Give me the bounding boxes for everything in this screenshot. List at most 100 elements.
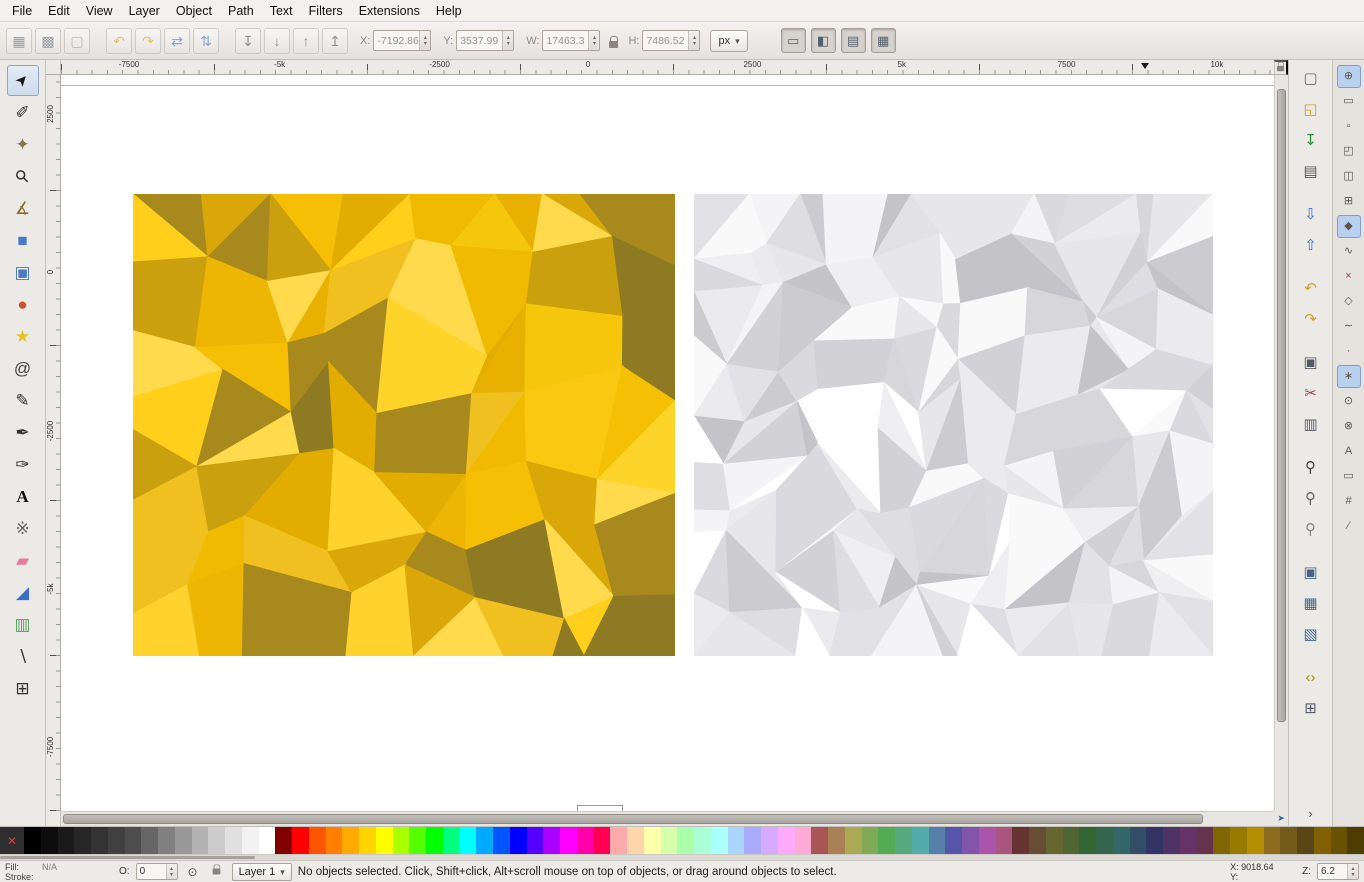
color-swatch[interactable] <box>1280 827 1297 854</box>
color-swatch[interactable] <box>1046 827 1063 854</box>
fill-stroke-indicator[interactable]: Fill: N/A Stroke: <box>5 861 113 882</box>
transform-pattern-toggle[interactable]: ▦ <box>871 28 896 53</box>
scroll-corner-button[interactable] <box>1274 811 1288 826</box>
color-swatch[interactable] <box>393 827 410 854</box>
select-all-button[interactable]: ▦ <box>6 28 32 54</box>
color-swatch[interactable] <box>627 827 644 854</box>
export-button[interactable]: ⇧ <box>1295 231 1327 260</box>
color-swatch[interactable] <box>476 827 493 854</box>
yellow-lowpoly-image[interactable] <box>133 194 675 656</box>
color-swatch[interactable] <box>24 827 41 854</box>
color-swatch[interactable] <box>1063 827 1080 854</box>
lock-ratio-button[interactable] <box>603 30 623 52</box>
color-swatch[interactable] <box>41 827 58 854</box>
menu-item[interactable]: Help <box>428 1 470 21</box>
layer-lock-button[interactable] <box>208 863 226 881</box>
color-swatch[interactable] <box>141 827 158 854</box>
snap-path-intersections-toggle[interactable]: × <box>1337 265 1361 288</box>
xml-editor-button[interactable]: ‹› <box>1295 663 1327 692</box>
color-swatch[interactable] <box>175 827 192 854</box>
menu-item[interactable]: Filters <box>301 1 351 21</box>
width-spinner[interactable] <box>588 31 599 50</box>
color-swatch[interactable] <box>577 827 594 854</box>
color-swatch[interactable] <box>91 827 108 854</box>
color-swatch[interactable] <box>309 827 326 854</box>
undo-button[interactable]: ↶ <box>1295 274 1327 303</box>
guide-lock-button[interactable] <box>1274 60 1288 75</box>
menu-item[interactable]: Text <box>262 1 301 21</box>
color-swatch[interactable] <box>460 827 477 854</box>
paste-button[interactable]: ▥ <box>1295 410 1327 439</box>
color-swatch[interactable] <box>644 827 661 854</box>
raise-to-top-button[interactable]: ↥ <box>322 28 348 54</box>
color-swatch[interactable] <box>259 827 276 854</box>
eraser-tool[interactable]: ▰ <box>7 545 39 576</box>
color-swatch[interactable] <box>929 827 946 854</box>
selector-tool[interactable]: ➤ <box>7 65 39 96</box>
lower-to-bottom-button[interactable]: ↧ <box>235 28 261 54</box>
menu-item[interactable]: Edit <box>40 1 78 21</box>
flip-vertical-button[interactable]: ⇅ <box>193 28 219 54</box>
rotate-cw-button[interactable]: ↷ <box>135 28 161 54</box>
color-swatch[interactable] <box>1029 827 1046 854</box>
save-document-button[interactable]: ↧ <box>1295 126 1327 155</box>
lower-button[interactable]: ↓ <box>264 28 290 54</box>
color-swatch[interactable] <box>828 827 845 854</box>
color-swatch[interactable] <box>1314 827 1331 854</box>
node-tool[interactable]: ✐ <box>7 97 39 128</box>
connector-tool[interactable]: ⊞ <box>7 673 39 704</box>
snap-nodes-toggle[interactable]: ◆ <box>1337 215 1361 238</box>
color-swatch[interactable] <box>945 827 962 854</box>
menu-item[interactable]: Object <box>168 1 220 21</box>
tweak-tool[interactable]: ✦ <box>7 129 39 160</box>
color-swatch[interactable] <box>192 827 209 854</box>
spray-tool[interactable]: ※ <box>7 513 39 544</box>
horizontal-scrollbar-thumb[interactable] <box>63 814 1203 824</box>
zoom-page-button[interactable]: ⚲ <box>1295 515 1327 544</box>
flip-horizontal-button[interactable]: ⇄ <box>164 28 190 54</box>
gray-lowpoly-image[interactable] <box>694 194 1213 656</box>
color-swatch[interactable] <box>409 827 426 854</box>
color-swatch[interactable] <box>1347 827 1364 854</box>
color-swatch[interactable] <box>744 827 761 854</box>
import-button[interactable]: ⇩ <box>1295 200 1327 229</box>
cut-button[interactable]: ✂ <box>1295 379 1327 408</box>
pencil-tool[interactable]: ✎ <box>7 385 39 416</box>
color-swatch[interactable] <box>74 827 91 854</box>
layer-visibility-button[interactable] <box>184 863 202 881</box>
color-swatch[interactable] <box>208 827 225 854</box>
commands-overflow-button[interactable]: › <box>1299 804 1323 822</box>
transform-corners-toggle[interactable]: ◧ <box>811 28 836 53</box>
units-dropdown[interactable]: px <box>710 30 747 52</box>
bucket-tool[interactable]: ◢ <box>7 577 39 608</box>
print-button[interactable]: ▤ <box>1295 157 1327 186</box>
new-document-button[interactable]: ▢ <box>1295 64 1327 93</box>
measure-tool[interactable]: ∡ <box>7 193 39 224</box>
pen-tool[interactable]: ✒ <box>7 417 39 448</box>
snap-bbox-corners-toggle[interactable]: ◰ <box>1337 140 1361 163</box>
color-swatch[interactable] <box>677 827 694 854</box>
snap-line-midpoints-toggle[interactable]: · <box>1337 340 1361 363</box>
color-swatch[interactable] <box>1163 827 1180 854</box>
color-swatch[interactable] <box>292 827 309 854</box>
transform-stroke-toggle[interactable]: ▭ <box>781 28 806 53</box>
gradient-tool[interactable]: ▥ <box>7 609 39 640</box>
vertical-scrollbar-thumb[interactable] <box>1277 89 1286 722</box>
zoom-selection-button[interactable]: ⚲ <box>1295 453 1327 482</box>
color-swatch[interactable] <box>845 827 862 854</box>
color-swatch[interactable] <box>1331 827 1348 854</box>
color-swatch[interactable] <box>560 827 577 854</box>
snap-grids-toggle[interactable]: # <box>1337 490 1361 513</box>
snap-paths-toggle[interactable]: ∿ <box>1337 240 1361 263</box>
spiral-tool[interactable]: @ <box>7 353 39 384</box>
color-swatch[interactable] <box>125 827 142 854</box>
color-swatch[interactable] <box>426 827 443 854</box>
menu-item[interactable]: Layer <box>121 1 168 21</box>
color-swatch[interactable] <box>108 827 125 854</box>
width-input[interactable]: 17463.3 <box>542 30 600 51</box>
color-swatch[interactable] <box>326 827 343 854</box>
height-input[interactable]: 7486.52 <box>642 30 700 51</box>
menu-item[interactable]: View <box>78 1 121 21</box>
color-swatch[interactable] <box>376 827 393 854</box>
snap-others-toggle[interactable]: ∗ <box>1337 365 1361 388</box>
